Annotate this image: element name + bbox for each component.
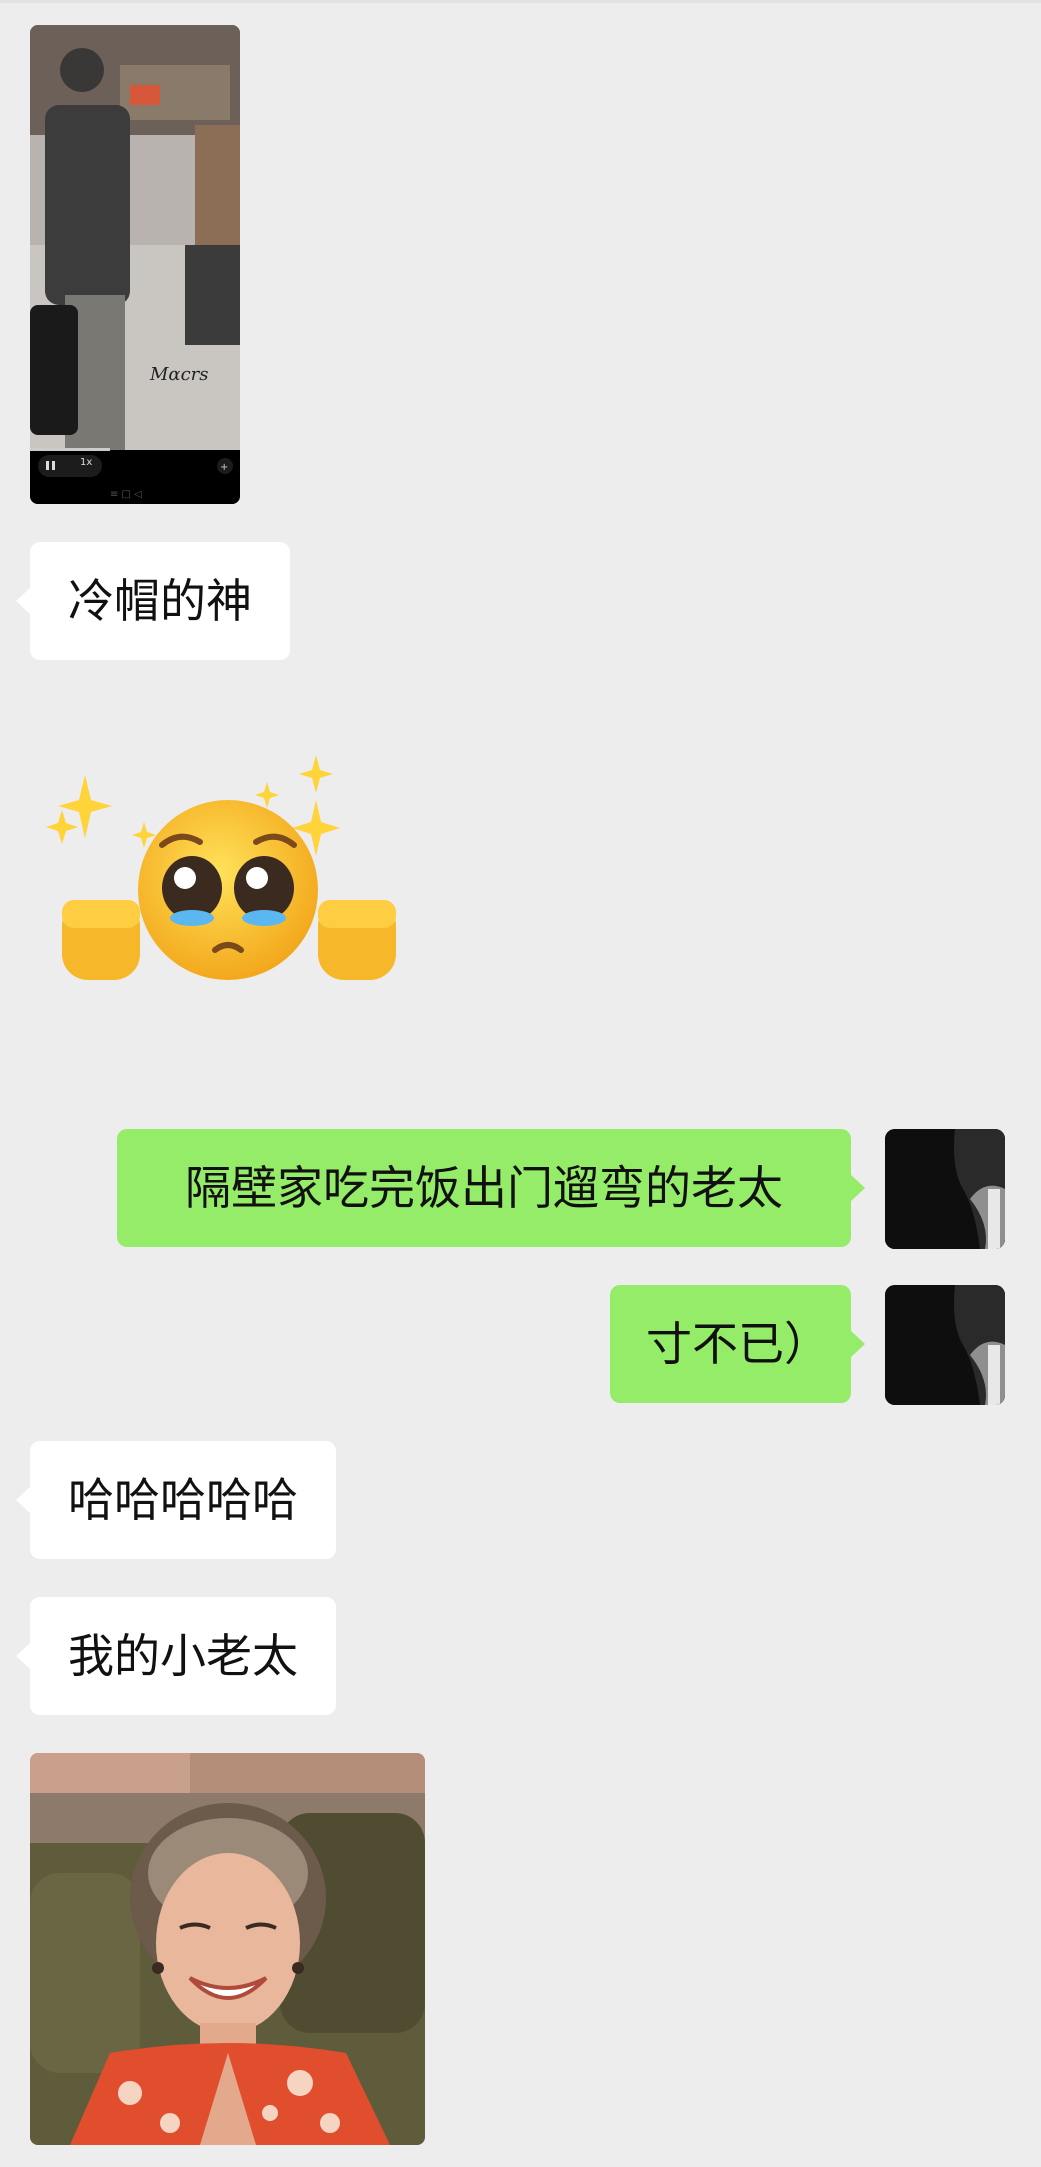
pleading-face-sticker <box>46 755 396 980</box>
message-text: 隔壁家吃完饭出门遛弯的老太 <box>185 1161 783 1215</box>
message-text: 冷帽的神 <box>68 574 252 628</box>
sticker-message[interactable] <box>40 750 410 1000</box>
video-thumbnail: Mɑcrs + ≡ □ ◁ <box>30 25 240 504</box>
message-text: 哈哈哈哈哈 <box>68 1473 298 1527</box>
photo-image <box>30 1753 425 2145</box>
message-text: 寸不已） <box>646 1317 830 1371</box>
top-divider <box>0 0 1041 3</box>
avatar-image <box>885 1285 1005 1405</box>
avatar[interactable] <box>885 1285 1005 1405</box>
message-bubble-incoming[interactable]: 我的小老太 <box>16 1597 336 1715</box>
svg-text:≡ □ ◁: ≡ □ ◁ <box>110 489 142 500</box>
svg-text:+: + <box>220 462 228 473</box>
message-bubble-incoming[interactable]: 冷帽的神 <box>16 542 290 660</box>
message-bubble-outgoing[interactable]: 隔壁家吃完饭出门遛弯的老太 <box>117 1129 865 1247</box>
video-message[interactable]: Mɑcrs + ≡ □ ◁ 1x <box>30 25 240 504</box>
message-text: 我的小老太 <box>68 1629 298 1683</box>
avatar-image <box>885 1129 1005 1249</box>
video-speed-label[interactable]: 1x <box>80 457 92 468</box>
message-bubble-incoming[interactable]: 哈哈哈哈哈 <box>16 1441 336 1559</box>
svg-text:Mɑcrs: Mɑcrs <box>149 364 209 385</box>
message-bubble-outgoing[interactable]: 寸不已） <box>610 1285 865 1403</box>
image-message[interactable] <box>30 1753 425 2145</box>
avatar[interactable] <box>885 1129 1005 1249</box>
